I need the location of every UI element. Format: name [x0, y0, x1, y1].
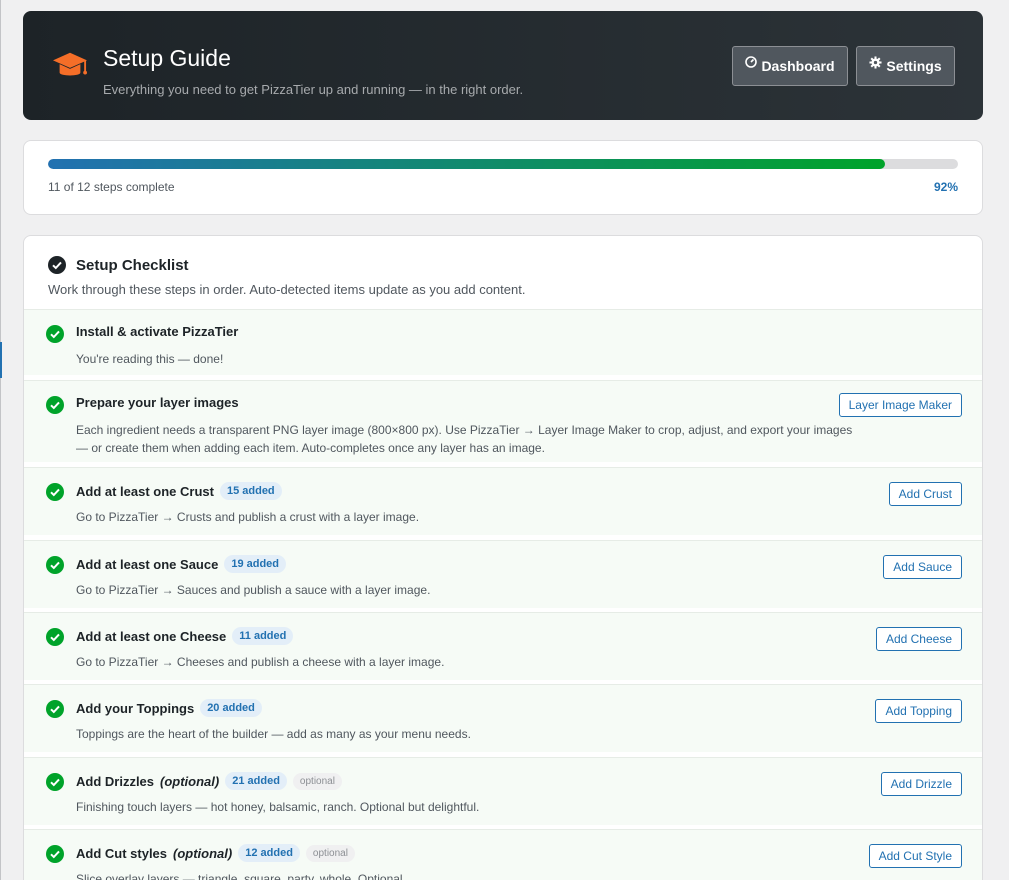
check-circle-icon: [48, 256, 66, 274]
settings-button-label: Settings: [886, 58, 942, 74]
step-description-line: Each ingredient needs a transparent PNG …: [76, 423, 853, 437]
count-badge: 12 added: [238, 844, 300, 862]
graduation-cap-icon: [53, 52, 87, 76]
count-badge: 15 added: [219, 482, 282, 500]
step-complete-icon: [46, 845, 64, 863]
count-badge: 21 added: [225, 772, 287, 790]
checklist-subtitle: Work through these steps in order. Auto-…: [48, 282, 526, 297]
step-description: Go to PizzaTier → Cheeses and publish a …: [76, 655, 445, 669]
checklist-step-crust: Add at least one Crust 15 added Go to Pi…: [24, 467, 982, 535]
optional-badge: optional: [305, 844, 355, 862]
step-title: Prepare your layer images: [76, 395, 239, 410]
step-title: Add at least one Crust 15 added: [76, 482, 282, 500]
add-drizzle-button[interactable]: Add Drizzle: [880, 772, 962, 796]
checklist-step-cut-styles: Add Cut styles (optional) 12 added optio…: [24, 829, 982, 880]
step-title-optional: (optional): [173, 845, 233, 861]
checklist-header: Setup Checklist: [48, 256, 189, 274]
step-complete-icon: [46, 628, 64, 646]
step-title: Add your Toppings 20 added: [76, 699, 262, 717]
admin-sidebar-edge: [0, 0, 1, 880]
progress-bar: [48, 159, 958, 169]
admin-menu-indicator: [0, 342, 2, 378]
step-title-text: Install & activate PizzaTier: [76, 324, 239, 339]
step-title-text: Add at least one Crust: [76, 483, 214, 499]
add-crust-button[interactable]: Add Crust: [888, 482, 962, 506]
step-description: Slice overlay layers — triangle, square,…: [76, 872, 406, 880]
step-description: You're reading this — done!: [76, 352, 224, 366]
step-description: Go to PizzaTier → Sauces and publish a s…: [76, 583, 431, 597]
checklist-title: Setup Checklist: [76, 256, 189, 274]
setup-guide-header: Setup Guide Everything you need to get P…: [23, 11, 983, 120]
progress-percent: 92%: [933, 180, 958, 194]
step-complete-icon: [46, 396, 64, 414]
count-badge: 11 added: [232, 627, 294, 645]
settings-button[interactable]: Settings: [856, 46, 955, 86]
progress-bar-fill: [48, 159, 886, 169]
add-sauce-button[interactable]: Add Sauce: [883, 555, 962, 579]
step-complete-icon: [46, 325, 64, 343]
step-description: Go to PizzaTier → Crusts and publish a c…: [76, 510, 420, 524]
checklist-step-drizzles: Add Drizzles (optional) 21 added optiona…: [24, 757, 982, 825]
layer-image-maker-button[interactable]: Layer Image Maker: [838, 393, 962, 417]
step-title: Add Cut styles (optional) 12 added optio…: [76, 844, 355, 862]
checklist-step-install: Install & activate PizzaTier You're read…: [24, 309, 982, 375]
step-complete-icon: [46, 483, 64, 501]
step-title: Install & activate PizzaTier: [76, 324, 238, 339]
count-badge: 20 added: [200, 699, 262, 717]
step-title-text: Add at least one Cheese: [76, 628, 227, 644]
setup-checklist: Setup Checklist Work through these steps…: [23, 235, 983, 880]
step-title-text: Add Drizzles: [76, 773, 155, 789]
dashboard-button[interactable]: Dashboard: [732, 46, 848, 86]
add-topping-button[interactable]: Add Topping: [875, 699, 962, 723]
page-title: Setup Guide: [103, 45, 231, 71]
step-complete-icon: [46, 700, 64, 718]
step-description: Finishing touch layers — hot honey, bals…: [76, 800, 480, 814]
page-subtitle: Everything you need to get PizzaTier up …: [103, 82, 524, 97]
step-complete-icon: [46, 773, 64, 791]
optional-badge: optional: [292, 772, 342, 790]
step-title: Add Drizzles (optional) 21 added optiona…: [76, 772, 342, 790]
checklist-step-cheese: Add at least one Cheese 11 added Go to P…: [24, 612, 982, 680]
step-description: Each ingredient needs a transparent PNG …: [76, 421, 852, 457]
count-badge: 19 added: [224, 555, 287, 573]
step-title-text: Prepare your layer images: [76, 395, 239, 410]
step-description: Toppings are the heart of the builder — …: [76, 727, 471, 741]
step-title: Add at least one Sauce 19 added: [76, 555, 287, 573]
add-cut-style-button[interactable]: Add Cut Style: [868, 844, 962, 868]
dashboard-gauge-icon: [745, 56, 758, 68]
gear-icon: [869, 55, 882, 69]
step-title-optional: (optional): [160, 773, 220, 789]
checklist-step-toppings: Add your Toppings 20 added Toppings are …: [24, 684, 982, 752]
checklist-step-sauce: Add at least one Sauce 19 added Go to Pi…: [24, 540, 982, 608]
step-title-text: Add Cut styles: [76, 845, 168, 861]
step-title-text: Add your Toppings: [76, 700, 195, 716]
step-title: Add at least one Cheese 11 added: [76, 627, 294, 645]
step-description-line: — or create them when adding each item. …: [76, 441, 545, 455]
checklist-step-layer-images: Prepare your layer images Each ingredien…: [24, 380, 982, 462]
dashboard-button-label: Dashboard: [761, 58, 835, 74]
add-cheese-button[interactable]: Add Cheese: [875, 627, 962, 651]
step-complete-icon: [46, 556, 64, 574]
progress-label: 11 of 12 steps complete: [48, 180, 175, 194]
step-title-text: Add at least one Sauce: [76, 556, 219, 572]
progress-card: 11 of 12 steps complete 92%: [23, 140, 983, 215]
